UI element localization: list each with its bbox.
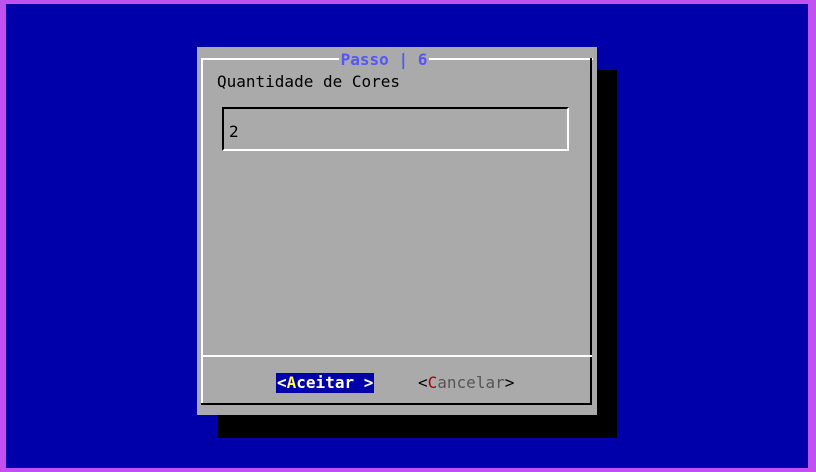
- accept-button-label: ceitar: [296, 373, 355, 392]
- accept-button[interactable]: <Aceitar >: [276, 373, 375, 393]
- cancel-button-close: >: [504, 373, 515, 392]
- cancel-button[interactable]: <Cancelar>: [417, 373, 515, 393]
- dialog-frame-top-right: [429, 58, 593, 60]
- accept-button-hotkey: A: [286, 373, 297, 392]
- cancel-button-hotkey: C: [427, 373, 438, 392]
- accept-button-open: <: [277, 373, 287, 392]
- dialog-frame-left: [201, 58, 203, 405]
- accept-button-close: >: [354, 373, 374, 392]
- cancel-button-open: <: [418, 373, 428, 392]
- input-prompt-label: Quantidade de Cores: [217, 72, 401, 91]
- terminal-screen: Passo | 6 Quantidade de Cores 2 <Aceitar…: [6, 4, 808, 468]
- color-count-input[interactable]: 2: [222, 107, 569, 151]
- dialog-title: Passo | 6: [340, 50, 428, 69]
- dialog-frame-right: [590, 58, 592, 405]
- cancel-button-label: ancelar: [437, 373, 505, 392]
- input-value[interactable]: 2: [229, 123, 239, 141]
- input-dialog: Passo | 6 Quantidade de Cores 2 <Aceitar…: [197, 47, 597, 415]
- button-area-separator: [201, 355, 592, 357]
- dialog-frame-top-left: [201, 58, 339, 60]
- dialog-frame-bottom: [201, 403, 592, 405]
